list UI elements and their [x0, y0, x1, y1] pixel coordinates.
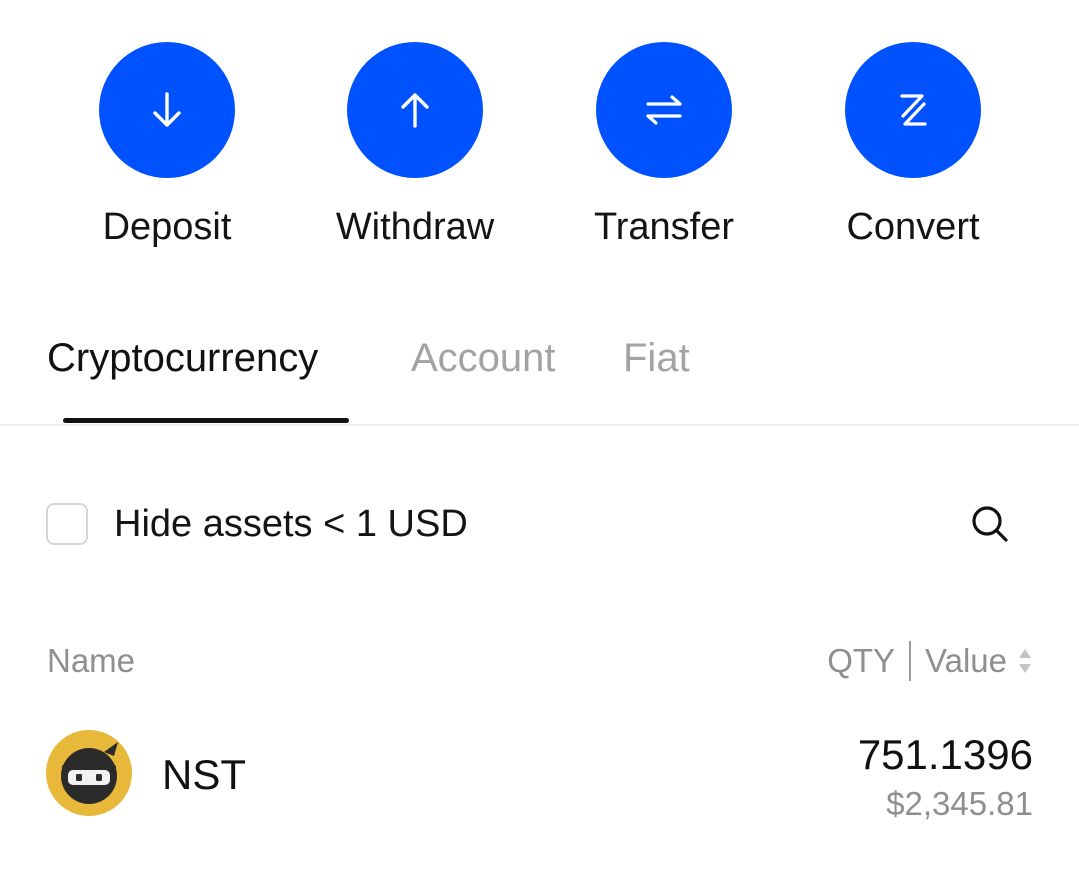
transfer-arrows-icon — [646, 95, 682, 125]
sort-icon — [1019, 649, 1031, 673]
sort-qty-value-button[interactable]: QTY Value — [827, 640, 1033, 682]
tab-account[interactable]: Account — [411, 332, 556, 384]
deposit-label: Deposit — [102, 206, 232, 248]
asset-tabs: Cryptocurrency Account Fiat — [0, 332, 1079, 426]
column-header-qty: QTY — [827, 642, 896, 679]
header-divider — [909, 641, 912, 681]
asset-value: $2,345.81 — [886, 785, 1033, 822]
hide-small-assets-label: Hide assets < 1 USD — [114, 503, 468, 545]
tab-fiat[interactable]: Fiat — [623, 332, 690, 384]
convert-circle[interactable] — [845, 42, 981, 178]
deposit-button[interactable]: Deposit — [57, 42, 277, 250]
arrow-up-icon — [401, 93, 429, 128]
search-button[interactable] — [968, 502, 1012, 546]
search-icon — [972, 506, 1008, 542]
arrow-down-icon — [153, 92, 181, 127]
asset-symbol: NST — [162, 751, 246, 798]
withdraw-button[interactable]: Withdraw — [305, 42, 525, 250]
hide-small-assets-toggle[interactable]: Hide assets < 1 USD — [46, 500, 468, 548]
convert-label: Convert — [846, 206, 980, 248]
assets-page: Deposit Withdraw Transfer Convert Crypto… — [0, 0, 1079, 872]
transfer-label: Transfer — [593, 206, 735, 248]
column-header-value: Value — [925, 642, 1007, 679]
withdraw-label: Withdraw — [335, 206, 495, 248]
deposit-circle[interactable] — [99, 42, 235, 178]
tab-cryptocurrency[interactable]: Cryptocurrency — [47, 332, 318, 384]
convert-icon — [900, 94, 927, 126]
ninja-coin-icon — [46, 730, 132, 816]
hide-small-assets-checkbox[interactable] — [46, 503, 88, 545]
withdraw-circle[interactable] — [347, 42, 483, 178]
transfer-button[interactable]: Transfer — [554, 42, 774, 250]
convert-button[interactable]: Convert — [803, 42, 1023, 250]
column-header-name: Name — [47, 642, 136, 679]
active-tab-indicator — [63, 418, 349, 423]
asset-row[interactable]: NST 751.1396 $2,345.81 — [0, 726, 1079, 826]
transfer-circle[interactable] — [596, 42, 732, 178]
asset-quantity: 751.1396 — [857, 731, 1033, 778]
